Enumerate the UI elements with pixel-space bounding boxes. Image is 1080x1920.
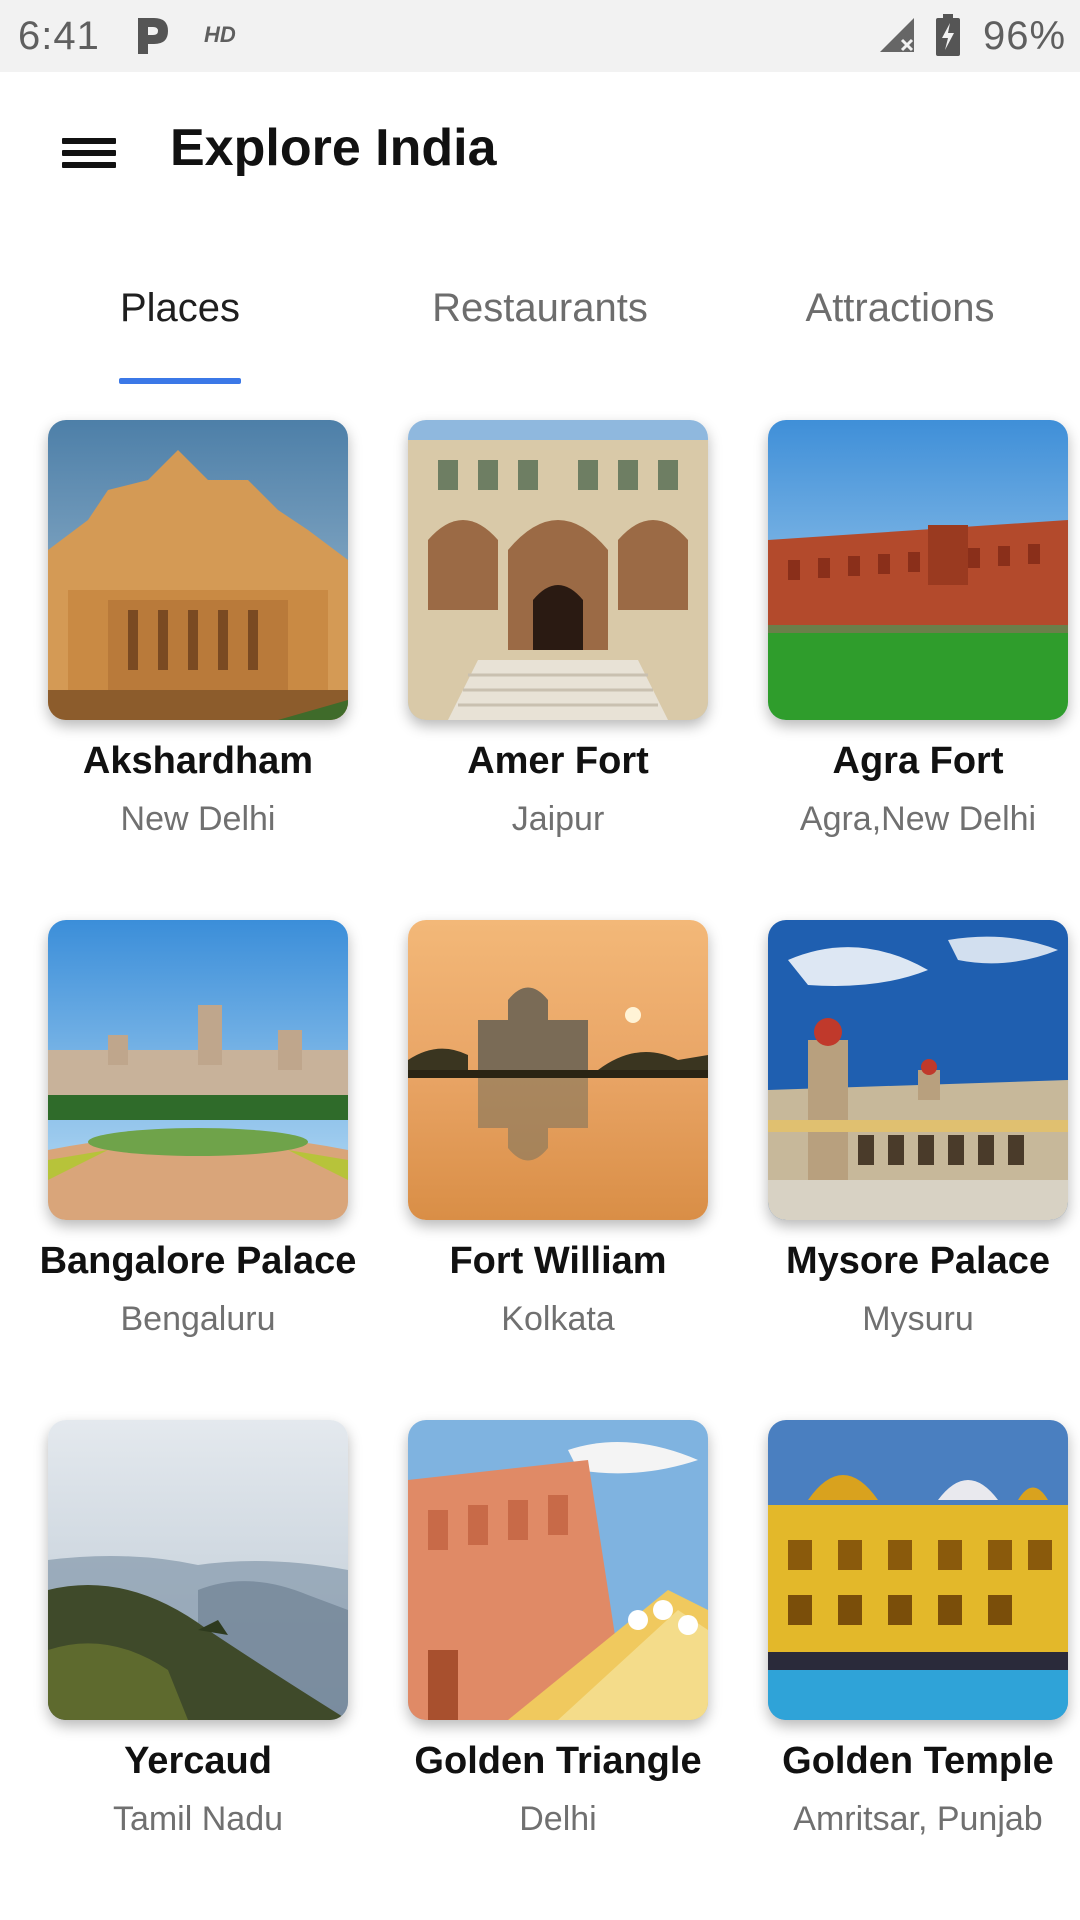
- place-name: Golden Triangle: [414, 1740, 702, 1782]
- place-card-agra-fort[interactable]: Agra Fort Agra,New Delhi: [720, 420, 1080, 870]
- place-image: [768, 1420, 1068, 1720]
- place-name: Golden Temple: [782, 1740, 1054, 1782]
- page-title: Explore India: [170, 119, 497, 177]
- tab-attractions[interactable]: Attractions: [720, 286, 1080, 331]
- place-location: Jaipur: [511, 800, 605, 838]
- place-card-golden-triangle[interactable]: Golden Triangle Delhi: [360, 1420, 720, 1870]
- place-name: Yercaud: [124, 1740, 272, 1782]
- place-card-bangalore-palace[interactable]: Bangalore Palace Bengaluru: [0, 920, 360, 1370]
- place-location: Agra,New Delhi: [799, 800, 1037, 838]
- place-name: Agra Fort: [832, 740, 1004, 782]
- place-card-golden-temple[interactable]: Golden Temple Amritsar, Punjab: [720, 1420, 1080, 1870]
- place-image: [48, 420, 348, 720]
- place-name: Amer Fort: [467, 740, 649, 782]
- battery-charging-icon: [936, 14, 960, 56]
- place-location: Kolkata: [501, 1300, 615, 1338]
- place-location: Bengaluru: [120, 1300, 276, 1338]
- place-location: Delhi: [519, 1800, 597, 1838]
- place-location: New Delhi: [120, 800, 276, 838]
- app-bar: Explore India: [0, 72, 1080, 222]
- active-tab-indicator: [119, 378, 241, 384]
- place-card-akshardham[interactable]: Akshardham New Delhi: [0, 420, 360, 870]
- place-image: [768, 420, 1068, 720]
- status-time: 6:41: [18, 14, 100, 58]
- tab-places[interactable]: Places: [0, 286, 360, 331]
- parking-icon: [138, 18, 168, 54]
- place-card-mysore-palace[interactable]: Mysore Palace Mysuru: [720, 920, 1080, 1370]
- place-location: Amritsar, Punjab: [793, 1800, 1043, 1838]
- status-bar: 6:41 HD 96%: [0, 0, 1080, 72]
- signal-icon: [880, 18, 914, 52]
- place-image: [768, 920, 1068, 1220]
- place-image: [48, 1420, 348, 1720]
- place-card-fort-william[interactable]: Fort William Kolkata: [360, 920, 720, 1370]
- place-name: Bangalore Palace: [39, 1240, 357, 1282]
- place-name: Mysore Palace: [785, 1240, 1051, 1282]
- network-hd-label: HD: [204, 22, 236, 47]
- place-name: Akshardham: [82, 740, 314, 782]
- place-image: [408, 920, 708, 1220]
- place-name: Fort William: [449, 1240, 667, 1282]
- place-image: [408, 1420, 708, 1720]
- tab-bar: Places Restaurants Attractions: [0, 270, 1080, 385]
- place-image: [48, 920, 348, 1220]
- place-card-yercaud[interactable]: Yercaud Tamil Nadu: [0, 1420, 360, 1870]
- hamburger-menu-icon[interactable]: [58, 130, 122, 176]
- place-image: [408, 420, 708, 720]
- place-location: Mysuru: [862, 1300, 974, 1338]
- tab-restaurants[interactable]: Restaurants: [360, 286, 720, 331]
- place-card-amer-fort[interactable]: Amer Fort Jaipur: [360, 420, 720, 870]
- place-location: Tamil Nadu: [112, 1800, 284, 1838]
- battery-percent: 96%: [983, 14, 1067, 58]
